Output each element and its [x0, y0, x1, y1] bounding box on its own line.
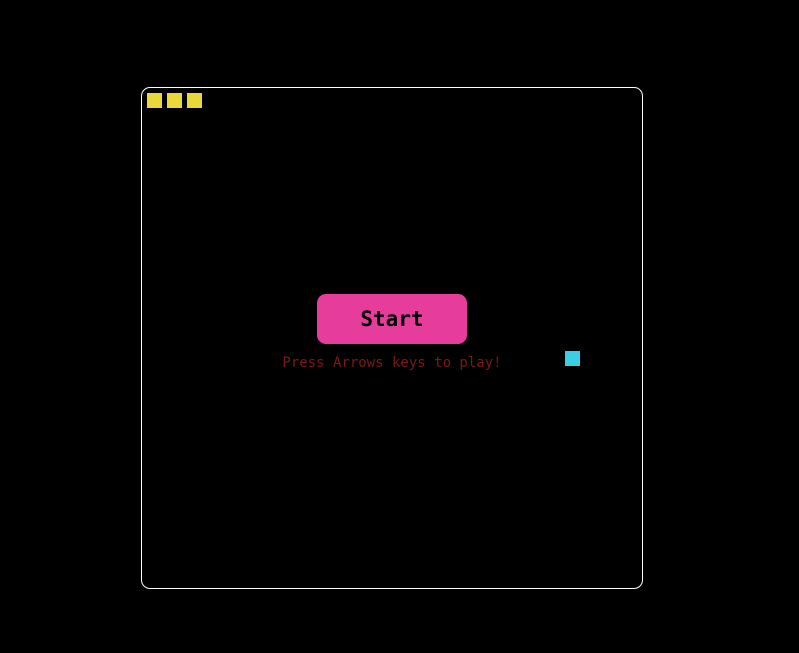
snake-segment: [167, 93, 182, 108]
snake-head: [187, 93, 202, 108]
food-pellet: [565, 351, 580, 366]
game-board: Start Press Arrows keys to play!: [141, 87, 643, 589]
snake-segment: [147, 93, 162, 108]
start-button[interactable]: Start: [317, 294, 467, 344]
